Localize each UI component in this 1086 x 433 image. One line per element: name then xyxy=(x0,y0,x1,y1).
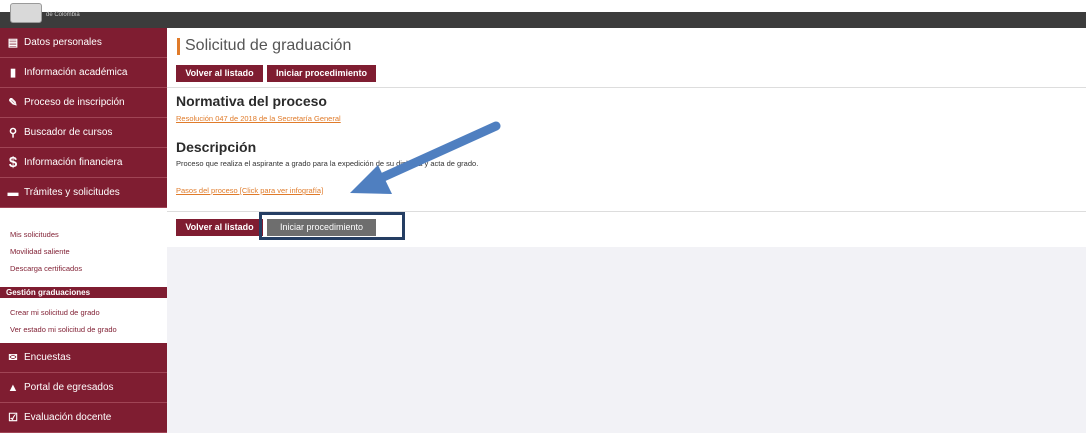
annotation-arrow-icon xyxy=(350,121,501,194)
